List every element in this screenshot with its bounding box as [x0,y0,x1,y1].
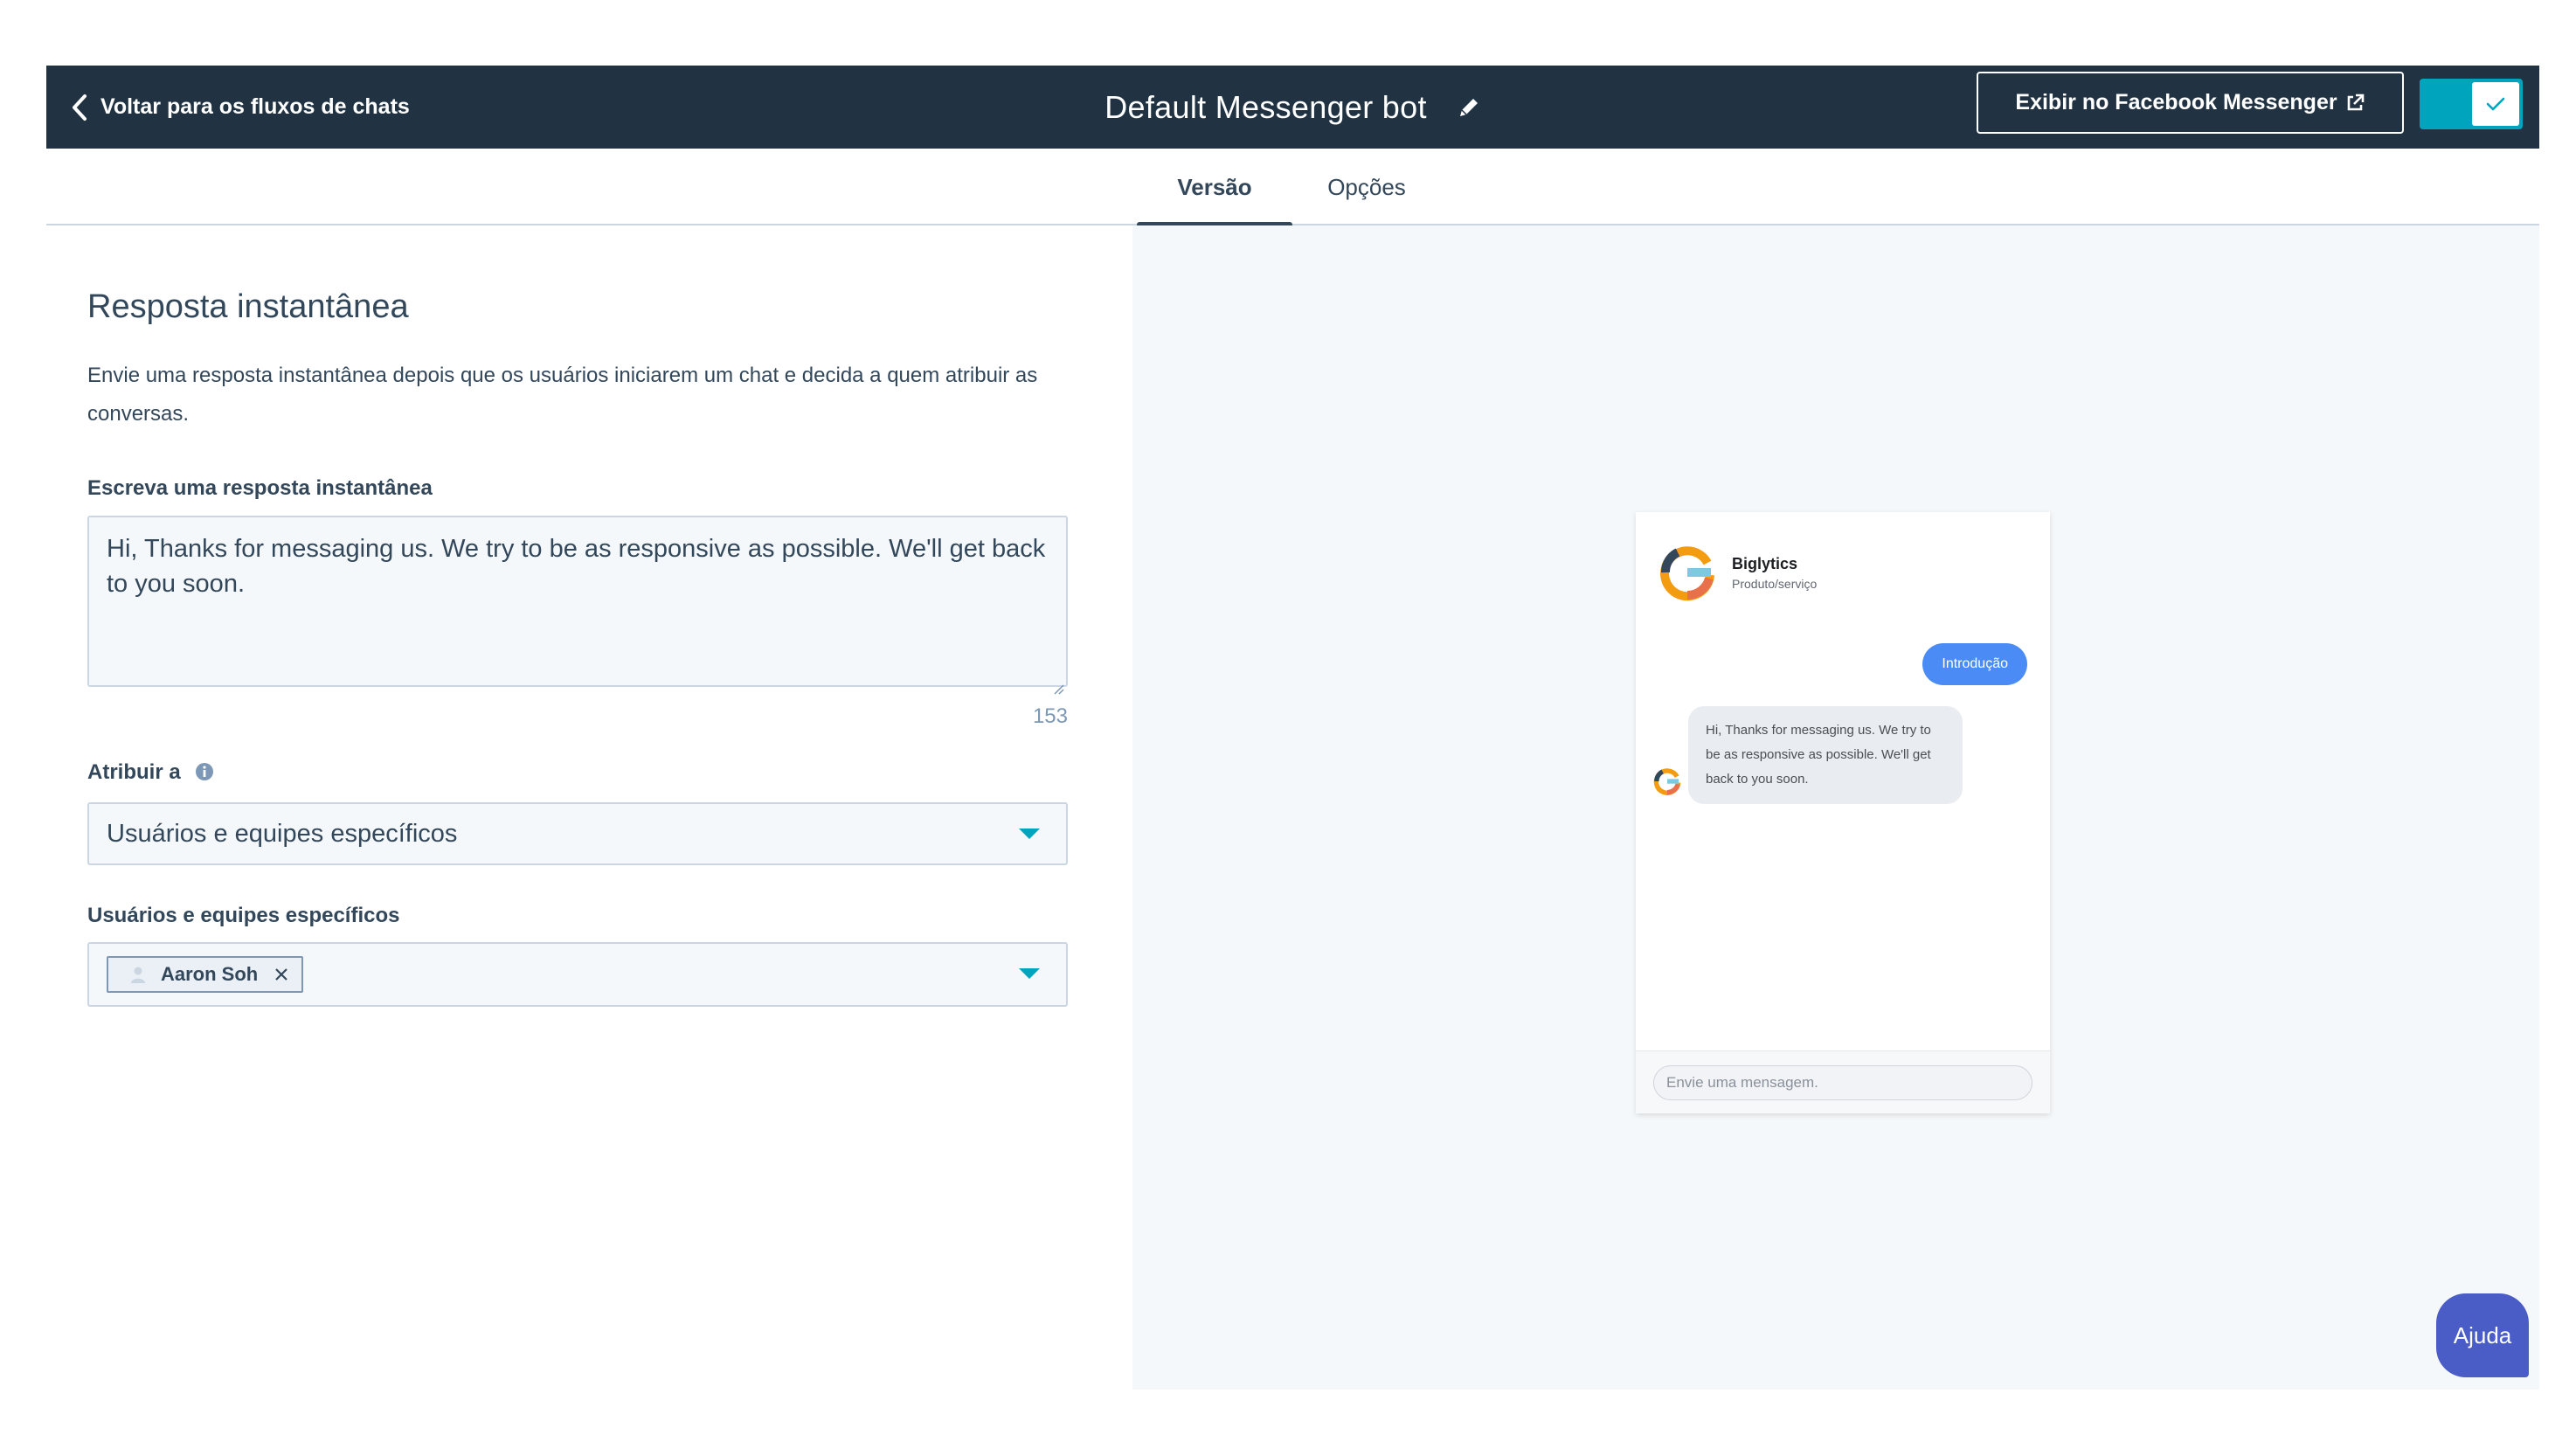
help-button[interactable]: Ajuda [2436,1293,2529,1377]
back-to-chatflows-link[interactable]: Voltar para os fluxos de chats [64,66,410,149]
compose-bar: Envie uma mensagem. [1636,1050,2050,1113]
remove-user-icon[interactable] [274,967,289,982]
specific-users-label: Usuários e equipes específicos [87,904,400,927]
tab-opcoes[interactable]: Opções [1301,149,1432,225]
page-category: Produto/serviço [1732,576,1818,591]
caret-down-icon [1019,968,1040,979]
assign-to-value: Usuários e equipes específicos [107,819,458,848]
outgoing-message-bubble: Introdução [1922,643,2027,685]
specific-users-select[interactable]: Aaron Soh [87,942,1068,1007]
messenger-preview: Biglytics Produto/serviço Introdução Hi,… [1636,512,2050,1113]
page-logo-icon [1658,544,1716,601]
tab-versao[interactable]: Versão [1137,149,1292,227]
reply-label: Escreva uma resposta instantânea [87,476,433,500]
page-info: Biglytics Produto/serviço [1716,555,1817,591]
top-bar: Voltar para os fluxos de chats Default M… [46,66,2539,149]
back-link-label: Voltar para os fluxos de chats [100,94,410,119]
messenger-preview-panel: Biglytics Produto/serviço Introdução Hi,… [1132,225,2539,1390]
incoming-message-bubble: Hi, Thanks for messaging us. We try to b… [1688,706,1963,804]
chevron-left-icon [64,90,95,125]
toggle-knob [2472,82,2519,126]
section-title: Resposta instantânea [87,288,409,325]
section-description: Envie uma resposta instantânea depois qu… [87,364,1038,426]
pencil-icon[interactable] [1457,95,1481,120]
view-in-messenger-label: Exibir no Facebook Messenger [2015,90,2337,114]
instant-reply-text: Hi, Thanks for messaging us. We try to b… [107,535,1046,598]
info-icon[interactable] [195,762,214,781]
compose-input[interactable]: Envie uma mensagem. [1653,1065,2032,1100]
assign-label-text: Atribuir a [87,760,181,784]
preview-header: Biglytics Produto/serviço [1658,544,1817,601]
bot-avatar-icon [1653,767,1681,795]
bot-title: Default Messenger bot [1104,88,1427,125]
tab-bar: Versão Opções [46,149,2539,227]
character-count: 153 [1032,704,1068,728]
view-in-messenger-button[interactable]: Exibir no Facebook Messenger [1977,72,2404,134]
checkmark-icon [2486,97,2505,111]
user-avatar-icon [128,964,149,985]
assign-label: Atribuir a [87,760,214,785]
page-name: Biglytics [1732,554,1798,572]
user-chip: Aaron Soh [107,956,304,993]
assign-to-select[interactable]: Usuários e equipes específicos [87,802,1068,865]
instant-reply-textarea[interactable]: Hi, Thanks for messaging us. We try to b… [87,516,1068,695]
user-chip-name: Aaron Soh [161,963,259,985]
resize-handle-icon[interactable] [1050,669,1064,695]
bot-enabled-toggle[interactable] [2420,79,2523,129]
external-link-icon [2344,93,2365,114]
caret-down-icon [1019,828,1040,839]
